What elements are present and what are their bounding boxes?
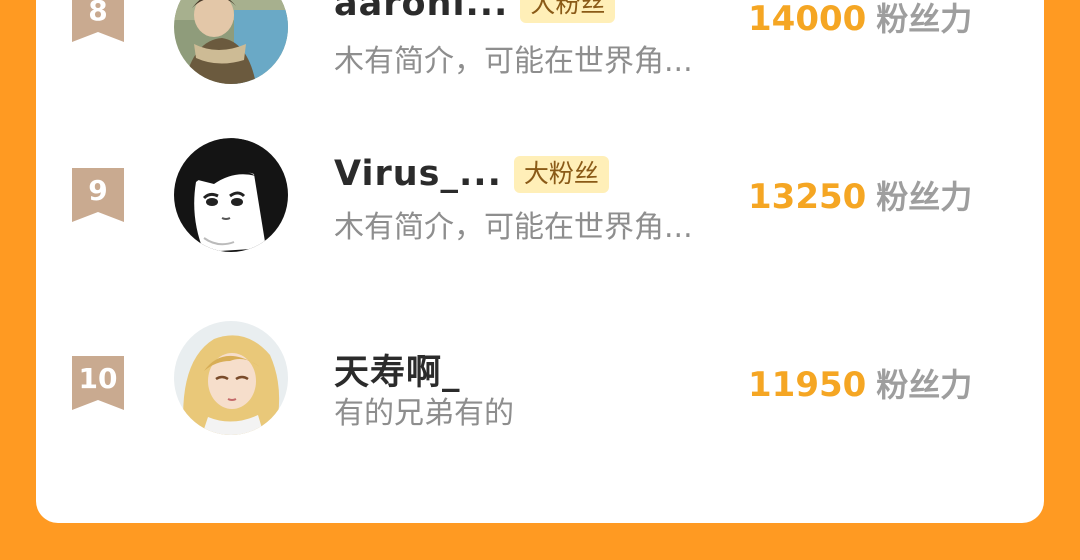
- fan-power-score: 13250 粉丝力: [748, 172, 972, 218]
- rank-number: 9: [88, 174, 108, 207]
- fan-level-badge: 大粉丝: [520, 0, 616, 23]
- user-avatar[interactable]: [174, 138, 288, 252]
- leaderboard-card: 8 aaronl... 大粉丝 木有简介，可能在世界角... 14000粉丝力: [36, 0, 1044, 523]
- fan-level-badge: 大粉丝: [513, 155, 609, 193]
- user-bio: 木有简介，可能在世界角...: [334, 210, 693, 245]
- fan-power-score: 11950 粉丝力: [748, 360, 972, 406]
- user-name[interactable]: Virus_...: [334, 154, 502, 194]
- rank-number: 8: [88, 0, 108, 27]
- score-unit: 粉丝力: [876, 0, 973, 38]
- fan-power-score: 14000 粉丝力: [748, 0, 972, 40]
- rank-badge: 10: [72, 356, 124, 410]
- score-value: 14000: [748, 0, 867, 39]
- score-unit: 粉丝力: [876, 366, 973, 404]
- score-value: 11950: [748, 365, 867, 405]
- leaderboard-row[interactable]: 9 Virus_... 大粉丝 木有简介，可能在世界角... 13250 粉丝力: [36, 138, 1044, 316]
- avatar-anime-blonde-icon: [174, 321, 288, 435]
- user-avatar[interactable]: [174, 0, 288, 84]
- user-bio: 有的兄弟有的: [334, 396, 514, 431]
- score-value: 13250: [748, 177, 867, 217]
- score-unit: 粉丝力: [876, 178, 973, 216]
- rank-badge: 8: [72, 0, 124, 42]
- leaderboard-row[interactable]: 10 天寿啊_ 有的兄弟有的 11950 粉丝力: [36, 321, 1044, 504]
- rank-badge: 9: [72, 168, 124, 222]
- user-name[interactable]: aaronl...: [334, 0, 508, 24]
- avatar-anime-girl-icon: [174, 138, 288, 252]
- avatar-photo-icon: [174, 0, 288, 84]
- leaderboard-row[interactable]: 8 aaronl... 大粉丝 木有简介，可能在世界角... 14000 粉丝力: [36, 0, 1044, 130]
- user-bio: 木有简介，可能在世界角...: [334, 44, 693, 79]
- rank-number: 10: [78, 362, 118, 395]
- user-avatar[interactable]: [174, 321, 288, 435]
